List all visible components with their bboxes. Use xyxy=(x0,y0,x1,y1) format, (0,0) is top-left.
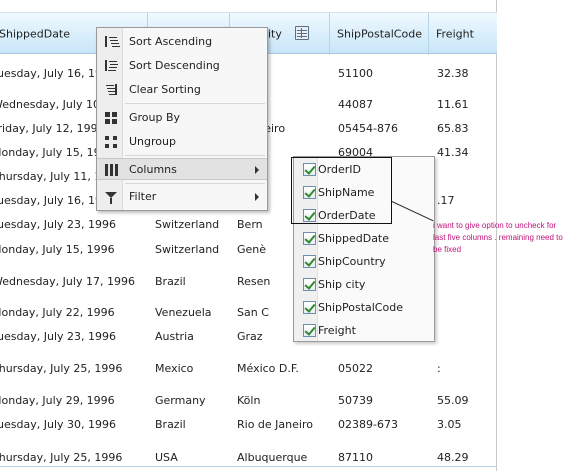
cell-ship-city: México D.F. xyxy=(237,362,299,375)
menu-item-ungroup[interactable]: Ungroup xyxy=(97,131,267,153)
cell-freight: 65.83 xyxy=(437,122,469,135)
column-toggle-ship-country[interactable]: ShipCountry xyxy=(294,251,434,273)
column-toggle-label: ShippedDate xyxy=(318,232,390,245)
cell-ship-country: Austria xyxy=(155,330,194,343)
cell-ship-country: Venezuela xyxy=(155,306,212,319)
menu-separator xyxy=(125,103,265,104)
menu-item-clear-sorting[interactable]: Clear Sorting xyxy=(97,79,267,101)
menu-item-columns[interactable]: Columns xyxy=(97,158,267,180)
column-chooser-icon[interactable] xyxy=(295,26,309,40)
table-row[interactable]: Thursday, July 25, 1996 Mexico México D.… xyxy=(0,358,497,380)
cell-ship-postal-code: 51100 xyxy=(338,67,373,80)
menu-separator xyxy=(125,183,265,184)
header-label: ShippedDate xyxy=(0,27,71,41)
checkbox-checked-icon[interactable] xyxy=(303,278,316,291)
cell-freight: 3.05 xyxy=(437,418,462,431)
menu-item-label: Sort Ascending xyxy=(129,35,213,48)
header-freight[interactable]: Freight xyxy=(429,13,497,55)
column-toggle-label: ShipCountry xyxy=(318,255,386,268)
submenu-arrow-icon xyxy=(255,166,259,174)
cell-freight: 55.09 xyxy=(437,394,469,407)
cell-ship-postal-code: 05454-876 xyxy=(338,122,398,135)
column-toggle-shipped-date[interactable]: ShippedDate xyxy=(294,228,434,250)
cell-ship-postal-code: 50739 xyxy=(338,394,373,407)
menu-item-label: Sort Descending xyxy=(129,59,220,72)
cell-freight: .17 xyxy=(437,194,455,207)
cell-shipped-date: Monday, July 15, 1996 xyxy=(0,243,115,256)
cell-ship-country: Switzerland xyxy=(155,243,220,256)
cell-ship-postal-code: 05022 xyxy=(338,362,373,375)
sort-ascending-icon xyxy=(105,36,118,48)
menu-item-group-by[interactable]: Group By xyxy=(97,107,267,129)
column-toggle-label: ShipPostalCode xyxy=(318,301,403,314)
table-row[interactable]: Monday, July 29, 1996 Germany Köln 50739… xyxy=(0,390,497,412)
column-toggle-label: Ship city xyxy=(318,278,366,291)
cell-shipped-date: Tuesday, July 23, 1996 xyxy=(0,218,117,231)
header-label: ity xyxy=(268,27,282,41)
cell-ship-city: Rio de Janeiro xyxy=(237,418,313,431)
column-toggle-ship-postal-code[interactable]: ShipPostalCode xyxy=(294,297,434,319)
annotation-note: i want to give option to uncheck for las… xyxy=(433,221,563,254)
menu-item-label: Clear Sorting xyxy=(129,83,201,96)
cell-ship-country: Mexico xyxy=(155,362,194,375)
table-row[interactable]: Tuesday, July 30, 1996 Brazil Rio de Jan… xyxy=(0,414,497,436)
menu-item-label: Ungroup xyxy=(129,135,176,148)
menu-item-sort-descending[interactable]: Sort Descending xyxy=(97,55,267,77)
cell-shipped-date: Tuesday, July 30, 1996 xyxy=(0,418,117,431)
cell-shipped-date: Thursday, July 25, 1996 xyxy=(0,362,123,375)
header-label: Freight xyxy=(436,27,474,41)
menu-item-sort-ascending[interactable]: Sort Ascending xyxy=(97,31,267,53)
menu-item-filter[interactable]: Filter xyxy=(97,186,267,208)
cell-ship-country: Germany xyxy=(155,394,206,407)
header-label: ShipPostalCode xyxy=(337,27,422,41)
cell-shipped-date: Tuesday, July 23, 1996 xyxy=(0,330,117,343)
fixed-columns-highlight-box xyxy=(291,157,392,224)
column-toggle-freight[interactable]: Freight xyxy=(294,320,434,342)
checkbox-checked-icon[interactable] xyxy=(303,232,316,245)
group-by-icon xyxy=(105,112,118,124)
column-context-menu: Sort Ascending Sort Descending Clear Sor… xyxy=(96,27,268,211)
submenu-arrow-icon xyxy=(255,193,259,201)
header-ship-postal-code[interactable]: ShipPostalCode xyxy=(330,13,429,55)
menu-item-label: Group By xyxy=(129,111,181,124)
column-toggle-ship-city[interactable]: Ship city xyxy=(294,274,434,296)
filter-icon xyxy=(105,192,117,204)
cell-freight: 41.34 xyxy=(437,146,469,159)
cell-ship-country: Brazil xyxy=(155,275,186,288)
cell-shipped-date: Wednesday, July 17, 1996 xyxy=(0,275,135,288)
cell-shipped-date: Monday, July 22, 1996 xyxy=(0,306,115,319)
cell-freight: : xyxy=(437,362,441,375)
ungroup-icon xyxy=(105,136,118,148)
clear-sorting-icon xyxy=(105,84,118,96)
checkbox-checked-icon[interactable] xyxy=(303,324,316,337)
columns-icon xyxy=(105,164,118,176)
checkbox-checked-icon[interactable] xyxy=(303,255,316,268)
cell-ship-country: Brazil xyxy=(155,418,186,431)
menu-separator xyxy=(125,155,265,156)
grid-bottom-border xyxy=(0,466,497,467)
cell-ship-country: Switzerland xyxy=(155,218,220,231)
menu-item-label: Filter xyxy=(129,190,157,203)
cell-freight: 32.38 xyxy=(437,67,469,80)
sort-descending-icon xyxy=(105,60,118,72)
cell-freight: 11.61 xyxy=(437,98,469,111)
cell-ship-city: Köln xyxy=(237,394,261,407)
menu-item-label: Columns xyxy=(129,163,177,176)
column-toggle-label: Freight xyxy=(318,324,356,337)
cell-ship-postal-code: 44087 xyxy=(338,98,373,111)
checkbox-checked-icon[interactable] xyxy=(303,301,316,314)
cell-shipped-date: Monday, July 29, 1996 xyxy=(0,394,115,407)
cell-ship-postal-code: 02389-673 xyxy=(338,418,398,431)
